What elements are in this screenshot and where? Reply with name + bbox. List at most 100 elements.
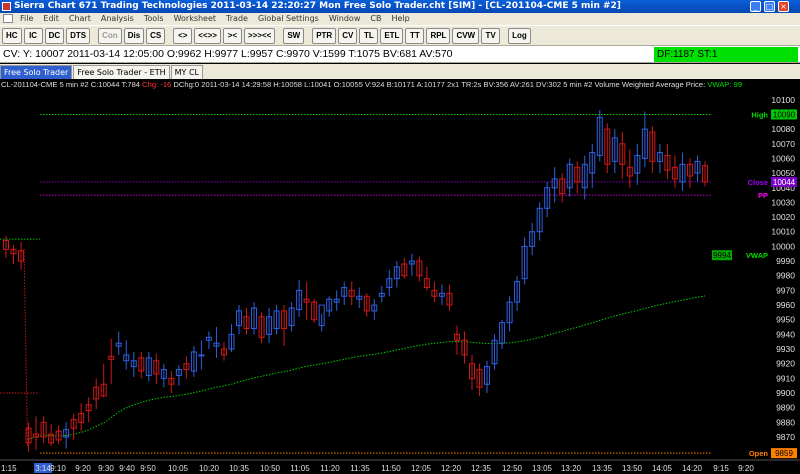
menu-analysis[interactable]: Analysis [96, 13, 139, 25]
minimize-button[interactable]: _ [750, 1, 761, 12]
time-label: 12:20 [441, 464, 462, 473]
time-label: 11:20 [320, 464, 340, 473]
cursor-values: CV: Y: 10007 2011-03-14 12:05:00 O:9962 … [3, 48, 453, 60]
log-button[interactable]: Log [508, 27, 531, 44]
menu-tools[interactable]: Tools [139, 13, 169, 25]
high-price-value: 10090 [773, 110, 796, 119]
menu-trade[interactable]: Trade [221, 13, 253, 25]
menu-window[interactable]: Window [324, 13, 366, 25]
toolbar: HC IC DC DTS Con Dis CS <> <<>> >< >>><<… [0, 25, 800, 46]
price-tick-label: 9970 [776, 285, 795, 295]
price-tick-label: 9900 [776, 388, 795, 398]
rpl-button[interactable]: RPL [426, 27, 451, 44]
tab-free-solo-trader[interactable]: Free Solo Trader [0, 65, 73, 79]
cv-button[interactable]: CV [338, 27, 358, 44]
close-label: Close [748, 178, 768, 187]
document-icon [3, 14, 13, 23]
price-tick-label: 9960 [776, 300, 795, 310]
menu-cb[interactable]: CB [365, 13, 386, 25]
time-label: 13:05 [532, 464, 553, 473]
ic-button[interactable]: IC [23, 27, 43, 44]
price-tick-label: 9920 [776, 359, 795, 369]
session-gap-line [23, 249, 29, 446]
time-label: 9:15 [713, 464, 729, 473]
chart-header-details: DChg:0 2011-03-14 14:29:58 H:10058 L:100… [171, 80, 708, 89]
high-label: High [751, 110, 768, 119]
expand-button[interactable]: <<>> [194, 27, 221, 44]
time-label: 10:50 [260, 464, 281, 473]
tab-free-solo-trader-eth[interactable]: Free Solo Trader - ETH [73, 65, 170, 79]
vwap-label: VWAP [746, 251, 768, 260]
price-tick-label: 9980 [776, 271, 795, 281]
time-label: 12:50 [502, 464, 523, 473]
time-label: 9:30 [98, 464, 114, 473]
time-label: 10:05 [168, 464, 189, 473]
price-tick-label: 10050 [771, 168, 795, 178]
price-tick-label: 10010 [771, 227, 795, 237]
time-label: 11:05 [290, 464, 310, 473]
time-label: 14:05 [652, 464, 673, 473]
vwap-price-value: 9994 [713, 251, 731, 260]
time-label: 13:50 [622, 464, 643, 473]
close-button[interactable]: × [778, 1, 789, 12]
time-label: 9:20 [738, 464, 754, 473]
change-value: Chg: -16 [142, 80, 172, 89]
data-feed-status: DF:1187 ST:1 [654, 47, 798, 62]
time-label: 14:20 [682, 464, 703, 473]
time-label: 9:40 [119, 464, 135, 473]
disconnect-button[interactable]: Dis [123, 27, 145, 44]
menu-file[interactable]: File [15, 13, 38, 25]
price-tick-label: 9990 [776, 256, 795, 266]
restore-button[interactable]: □ [764, 1, 775, 12]
menu-worksheet[interactable]: Worksheet [169, 13, 221, 25]
price-chart[interactable]: 9870 9880 9890 9900 9910 9920 9930 9940 9950 9960… [0, 79, 800, 474]
price-tick-label: 10080 [771, 124, 795, 134]
price-tick-label: 10100 [771, 95, 795, 105]
time-label: 11:50 [381, 464, 401, 473]
price-tick-label: 9880 [776, 417, 795, 427]
title-bar: Sierra Chart 671 Trading Technologies 20… [0, 0, 800, 13]
time-label: 13:20 [561, 464, 582, 473]
sw-button[interactable]: SW [283, 27, 305, 44]
vwap-line [28, 295, 706, 440]
close-price-value: 10044 [773, 178, 796, 187]
price-tick-label: 10060 [771, 153, 795, 163]
tl-button[interactable]: TL [359, 27, 379, 44]
tt-button[interactable]: TT [405, 27, 425, 44]
etl-button[interactable]: ETL [380, 27, 404, 44]
time-label: 13:35 [592, 464, 613, 473]
chart-canvas[interactable]: 9870 9880 9890 9900 9910 9920 9930 9940 9950 9960… [0, 79, 800, 474]
time-label: 1:15 [1, 464, 17, 473]
price-tick-label: 9940 [776, 329, 795, 339]
price-tick-label: 9910 [776, 373, 795, 383]
time-label: 12:35 [471, 464, 492, 473]
chart-header-text: CL-201104-CME 5 min #2 C:10044 T:784 [1, 80, 143, 89]
time-label: 9:20 [75, 464, 91, 473]
menu-global-settings[interactable]: Global Settings [253, 13, 324, 25]
ptr-button[interactable]: PTR [312, 27, 337, 44]
price-tick-label: 10000 [771, 241, 795, 251]
open-label: Open [749, 449, 769, 458]
scroll-button[interactable]: <> [173, 27, 193, 44]
menu-chart[interactable]: Chart [64, 13, 96, 25]
tab-my-cl[interactable]: MY CL [170, 65, 203, 79]
cs-button[interactable]: CS [146, 27, 166, 44]
cvw-button[interactable]: CVW [452, 27, 480, 44]
compress-more-button[interactable]: >>><< [243, 27, 276, 44]
candle-body [198, 354, 205, 357]
chartbook-tabs: Free Solo Trader Free Solo Trader - ETH … [0, 64, 800, 79]
price-tick-label: 10020 [771, 212, 795, 222]
tv-button[interactable]: TV [481, 27, 501, 44]
app-icon [2, 2, 11, 11]
compress-button[interactable]: >< [222, 27, 242, 44]
vwap-header-value: VWAP: 99 [707, 80, 743, 89]
menu-help[interactable]: Help [386, 13, 414, 25]
dts-button[interactable]: DTS [66, 27, 91, 44]
price-tick-label: 9950 [776, 315, 795, 325]
dc-button[interactable]: DC [44, 27, 65, 44]
time-label: 12:05 [411, 464, 432, 473]
connect-button[interactable]: Con [98, 27, 122, 44]
chart-header: CL-201104-CME 5 min #2 C:10044 T:784 Chg… [1, 80, 742, 90]
menu-edit[interactable]: Edit [38, 13, 64, 25]
hc-button[interactable]: HC [2, 27, 22, 44]
